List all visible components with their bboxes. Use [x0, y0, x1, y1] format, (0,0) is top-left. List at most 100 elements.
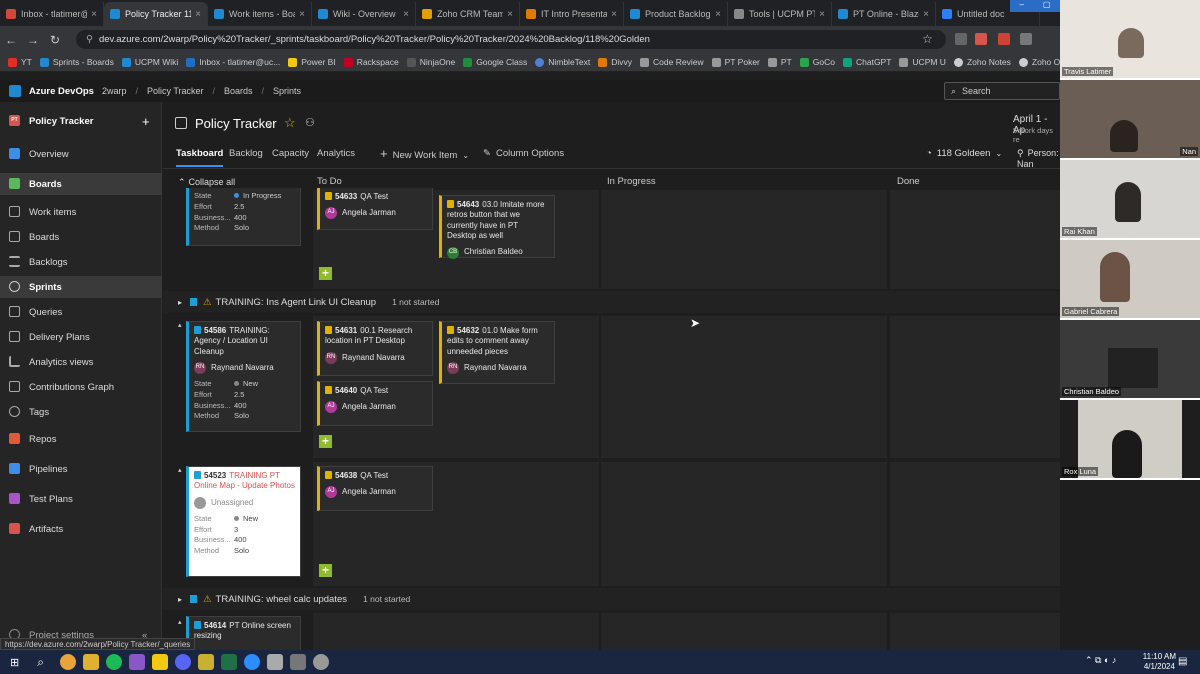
story-group-header[interactable]: ▸ ⚠ TRAINING: Ins Agent Link UI Cleanup …: [163, 291, 1060, 313]
person-filter[interactable]: ⚲ Person: Nan: [1017, 148, 1060, 169]
browser-tab[interactable]: IT Intro Presentati ×: [520, 2, 624, 26]
bookmark-item[interactable]: Code Review: [640, 57, 704, 67]
breadcrumb-org[interactable]: 2warp: [102, 86, 127, 96]
spotify-icon[interactable]: [105, 654, 122, 670]
collapse-row-icon[interactable]: ▴: [178, 466, 182, 474]
azure-devops-logo-icon[interactable]: [9, 85, 21, 97]
forward-icon[interactable]: →: [22, 33, 44, 47]
sidebar-item-queries[interactable]: Queries: [0, 301, 162, 323]
browser-tab-active[interactable]: Policy Tracker 118×: [104, 2, 208, 26]
browser-tab[interactable]: Inbox - tlatimer@ ×: [0, 2, 104, 26]
windows-start-icon[interactable]: ⊞: [10, 656, 19, 669]
collapse-all-button[interactable]: ⌃ Collapse all: [178, 177, 235, 188]
minimize-icon[interactable]: –: [1019, 0, 1023, 12]
breadcrumb-boards[interactable]: Boards: [224, 86, 253, 96]
sidebar-item-contributions-graph[interactable]: Contributions Graph: [0, 376, 162, 398]
video-tile[interactable]: Gabriel Cabrera: [1060, 240, 1200, 318]
tab-analytics[interactable]: Analytics: [317, 148, 355, 159]
expand-icon[interactable]: ▸: [178, 298, 182, 307]
extension-icon[interactable]: [998, 33, 1010, 45]
bookmark-item[interactable]: Power BI: [288, 57, 336, 67]
sidebar-item-backlogs[interactable]: Backlogs: [0, 251, 162, 273]
extension-icon[interactable]: [955, 33, 967, 45]
zoom-icon[interactable]: [243, 654, 260, 670]
search-icon[interactable]: ⌕: [37, 655, 44, 670]
chevron-down-icon[interactable]: ⌄: [266, 119, 274, 130]
close-tab-icon[interactable]: ×: [715, 9, 721, 20]
sidebar-item-work-items[interactable]: Work items: [0, 201, 162, 223]
chrome-icon[interactable]: [59, 654, 76, 670]
video-tile[interactable]: Rai Khan: [1060, 160, 1200, 238]
bookmark-item[interactable]: Zoho Notes: [953, 57, 1011, 67]
add-task-button[interactable]: +: [319, 435, 332, 448]
favorite-star-icon[interactable]: ☆: [284, 115, 296, 131]
video-tile[interactable]: Travis Latimer: [1060, 0, 1200, 78]
sprint-selector[interactable]: ◔ 118 Goldeen ⌄: [926, 148, 1002, 159]
browser-tab[interactable]: Product Backlog ×: [624, 2, 728, 26]
tab-capacity[interactable]: Capacity: [272, 148, 309, 159]
bookmark-item[interactable]: NinjaOne: [406, 57, 455, 67]
browser-tab[interactable]: Tools | UCPM PTC×: [728, 2, 832, 26]
adblock-icon[interactable]: [975, 33, 987, 45]
tray-icons[interactable]: ⌃ ⧉ ◐ ♪: [1085, 655, 1116, 666]
sidebar-item-repos[interactable]: Repos: [0, 428, 162, 450]
close-tab-icon[interactable]: ×: [299, 9, 305, 20]
bookmark-item[interactable]: Inbox - tlatimer@uc...: [186, 57, 280, 67]
extensions-puzzle-icon[interactable]: [1020, 33, 1032, 45]
app-icon[interactable]: [289, 654, 306, 670]
close-tab-icon[interactable]: ×: [91, 9, 97, 20]
add-task-button[interactable]: +: [319, 267, 332, 280]
task-card[interactable]: 54643 03.0 Imitate more retros button tha…: [439, 195, 555, 259]
bookmark-item[interactable]: UCPM U: [899, 57, 946, 67]
sidebar-item-delivery-plans[interactable]: Delivery Plans: [0, 326, 162, 348]
task-card[interactable]: 54631 00.1 Research location in PT Deskto…: [317, 321, 433, 376]
sidebar-item-tags[interactable]: Tags: [0, 401, 162, 423]
maximize-icon[interactable]: ▢: [1043, 0, 1051, 12]
back-icon[interactable]: ←: [0, 33, 22, 47]
file-explorer-icon[interactable]: [82, 654, 99, 670]
close-tab-icon[interactable]: ×: [195, 9, 201, 20]
bookmark-item[interactable]: ChatGPT: [842, 57, 891, 67]
excel-icon[interactable]: [220, 654, 237, 670]
sidebar-item-artifacts[interactable]: Artifacts: [0, 518, 162, 540]
notification-icon[interactable]: ▤: [1178, 656, 1187, 667]
browser-tab[interactable]: Wiki - Overview ×: [312, 2, 416, 26]
sidebar-item-boards-hub[interactable]: Boards: [0, 173, 162, 195]
app-icon[interactable]: [312, 654, 329, 670]
browser-tab[interactable]: Zoho CRM Team ×: [416, 2, 520, 26]
story-card[interactable]: 54614 PT Online screen resizing: [186, 616, 301, 650]
powerbi-icon[interactable]: [151, 654, 168, 670]
story-group-header[interactable]: ▸ ⚠ TRAINING: wheel calc updates 1 not s…: [163, 588, 1060, 610]
bookmark-item[interactable]: Google Class: [463, 57, 527, 67]
close-tab-icon[interactable]: ×: [507, 9, 513, 20]
board-title[interactable]: Policy Tracker: [195, 116, 277, 131]
sidebar-item-boards[interactable]: Boards: [0, 226, 162, 248]
sidebar-item-test-plans[interactable]: Test Plans: [0, 488, 162, 510]
task-card[interactable]: 54633 QA Test AJ Angela Jarman: [317, 188, 433, 230]
close-tab-icon[interactable]: ×: [923, 9, 929, 20]
new-work-item-button[interactable]: + New Work Item ⌄: [380, 146, 469, 161]
story-card[interactable]: 54586 TRAINING: Agency / Location UI Clea…: [186, 321, 301, 432]
brand-link[interactable]: Azure DevOps: [29, 86, 94, 97]
story-card[interactable]: State In Progress Effort 2.5 Business... 40…: [186, 188, 301, 246]
collapse-row-icon[interactable]: ▴: [178, 321, 182, 329]
visual-studio-icon[interactable]: [128, 654, 145, 670]
search-input[interactable]: ⌕ Search: [944, 82, 1060, 100]
reload-icon[interactable]: ↻: [44, 33, 66, 47]
story-card-selected[interactable]: 54523 TRAINING PT Online Map - Update Pho…: [186, 466, 301, 577]
browser-tab[interactable]: Work items - Boa ×: [208, 2, 312, 26]
add-task-button[interactable]: +: [319, 564, 332, 577]
column-options-button[interactable]: ✎ Column Options: [483, 148, 564, 159]
app-icon[interactable]: [197, 654, 214, 670]
bookmark-item[interactable]: UCPM Wiki: [121, 57, 178, 67]
task-card[interactable]: 54638 QA Test AJ Angela Jarman: [317, 466, 433, 511]
app-icon[interactable]: [266, 654, 283, 670]
sidebar-project[interactable]: PT Policy Tracker +: [0, 110, 162, 132]
system-clock[interactable]: 11:10 AM 4/1/2024: [1143, 652, 1176, 671]
bookmark-star-icon[interactable]: ☆: [922, 32, 933, 46]
sidebar-item-pipelines[interactable]: Pipelines: [0, 458, 162, 480]
collapse-row-icon[interactable]: ▴: [178, 618, 182, 626]
tab-taskboard[interactable]: Taskboard: [176, 148, 224, 167]
video-tile[interactable]: Rox Luna: [1060, 400, 1200, 478]
url-input[interactable]: ⚲ dev.azure.com/2warp/Policy%20Tracker/_s…: [76, 30, 946, 49]
